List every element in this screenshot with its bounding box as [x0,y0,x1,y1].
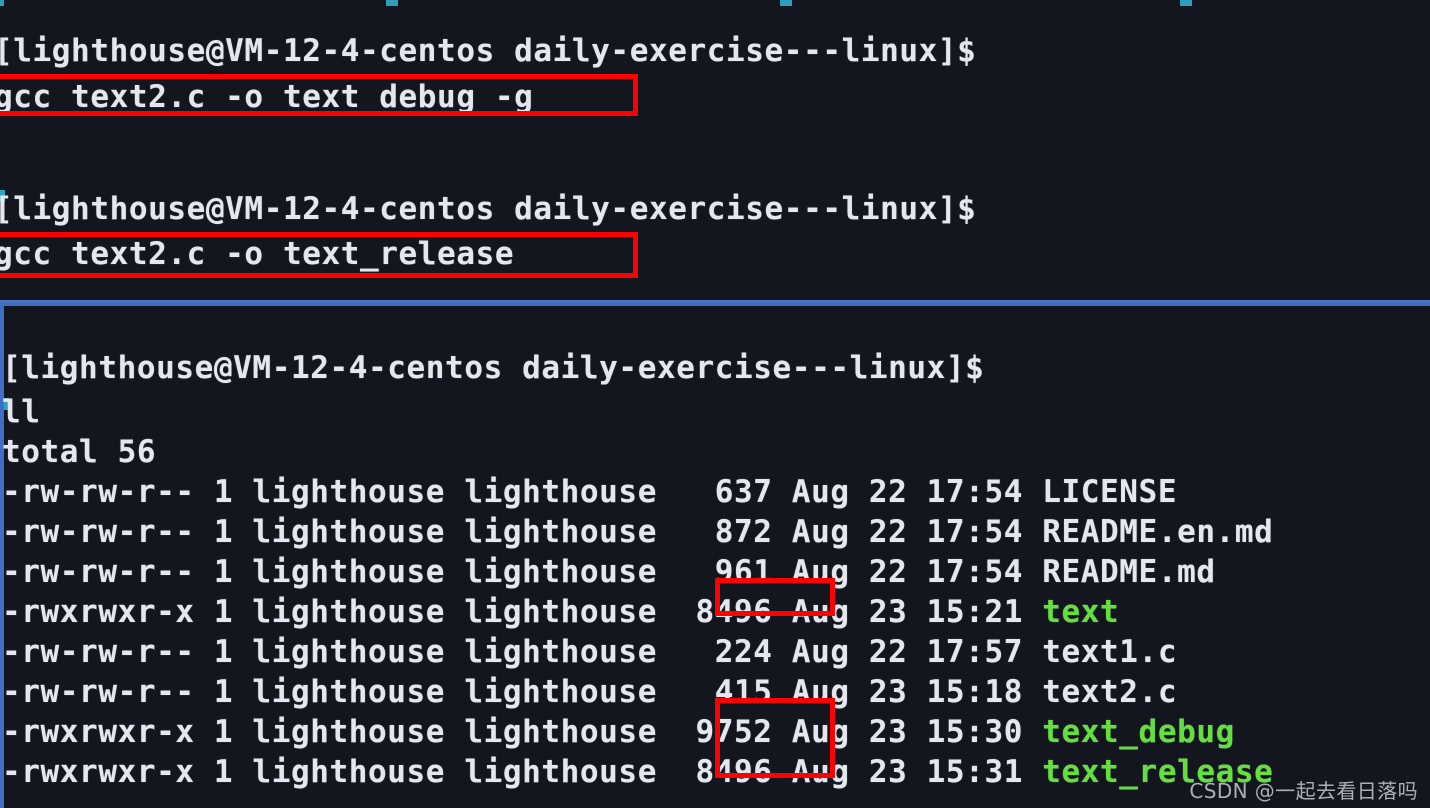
listing-total-line: total 56 [2,434,157,470]
listing-file-name: text1.c [1042,634,1178,670]
listing-row-meta: -rw-rw-r-- 1 lighthouse lighthouse 224 A… [2,634,1043,670]
listing-row-meta: -rw-rw-r-- 1 lighthouse lighthouse 872 A… [2,514,1043,550]
csdn-watermark: CSDN @一起去看日落吗 [1189,779,1418,803]
terminal-command-ll[interactable]: ll [2,392,41,432]
terminal-pane-bottom[interactable]: [lighthouse@VM-12-4-centos daily-exercis… [0,302,1430,808]
terminal-prompt-line: [lighthouse@VM-12-4-centos daily-exercis… [2,350,985,386]
listing-row-meta: -rw-rw-r-- 1 lighthouse lighthouse 415 A… [2,674,1043,710]
scrolled-text-fragment [780,0,792,6]
listing-file-name: text_debug [1042,714,1235,750]
listing-row-meta: -rwxrwxr-x 1 lighthouse lighthouse 8496 … [2,594,1043,630]
listing-row-meta: -rw-rw-r-- 1 lighthouse lighthouse 961 A… [2,554,1043,590]
terminal-pane-top[interactable]: [lighthouse@VM-12-4-centos daily-exercis… [0,0,1430,302]
listing-row-meta: -rwxrwxr-x 1 lighthouse lighthouse 8496 … [2,754,1043,790]
listing-row: -rw-rw-r-- 1 lighthouse lighthouse 224 A… [2,632,1177,672]
terminal-prompt-line: [lighthouse@VM-12-4-centos daily-exercis… [0,191,977,227]
listing-file-name: text [1042,594,1120,630]
listing-file-name: LICENSE [1042,474,1178,510]
terminal-command-gcc-debug[interactable]: gcc text2.c -o text_debug -g [0,77,533,117]
scrolled-text-fragment [386,0,398,6]
listing-file-name: README.en.md [1042,514,1274,550]
listing-row: -rw-rw-r-- 1 lighthouse lighthouse 637 A… [2,472,1177,512]
terminal-screen: [lighthouse@VM-12-4-centos daily-exercis… [0,0,1430,808]
listing-row: -rw-rw-r-- 1 lighthouse lighthouse 961 A… [2,552,1216,592]
listing-row: -rwxrwxr-x 1 lighthouse lighthouse 9752 … [2,712,1235,752]
scrolled-text-fragment [0,0,4,6]
listing-file-name: text2.c [1042,674,1178,710]
listing-row: -rw-rw-r-- 1 lighthouse lighthouse 872 A… [2,512,1273,552]
listing-row: -rwxrwxr-x 1 lighthouse lighthouse 8496 … [2,592,1119,632]
terminal-command-gcc-release[interactable]: gcc text2.c -o text_release [0,234,514,274]
terminal-prompt-line: [lighthouse@VM-12-4-centos daily-exercis… [0,33,977,69]
listing-row-meta: -rwxrwxr-x 1 lighthouse lighthouse 9752 … [2,714,1043,750]
listing-row: -rwxrwxr-x 1 lighthouse lighthouse 8496 … [2,752,1273,792]
listing-row-meta: -rw-rw-r-- 1 lighthouse lighthouse 637 A… [2,474,1043,510]
listing-file-name: README.md [1042,554,1216,590]
listing-row: -rw-rw-r-- 1 lighthouse lighthouse 415 A… [2,672,1177,712]
scrolled-text-fragment [1180,0,1192,6]
